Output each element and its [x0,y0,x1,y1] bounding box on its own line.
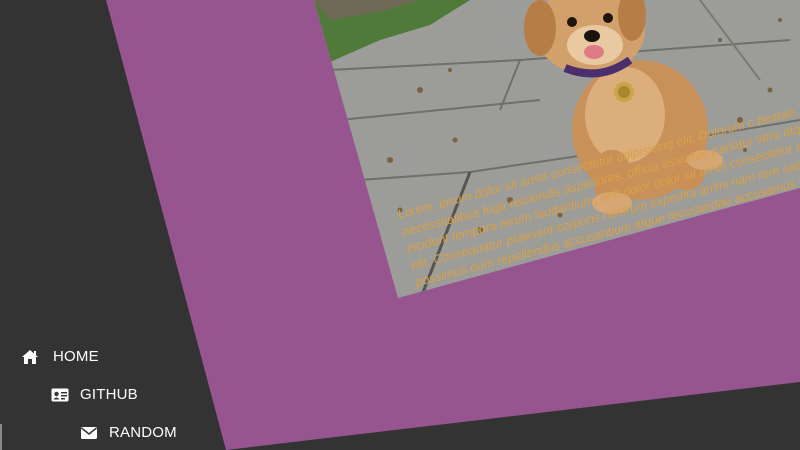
envelope-icon [80,425,98,441]
panel-content: Lorem, ipsum dolor sit amet consectetur … [0,0,800,450]
home-icon [21,349,39,365]
nav-item-github-label: GITHUB [80,386,138,403]
nav-item-github[interactable]: GITHUB [51,386,138,403]
viewport: Lorem, ipsum dolor sit amet consectetur … [0,0,800,450]
nav-item-random-label: RANDOM [109,424,177,441]
nav-item-home-label: HOME [53,348,99,365]
scroll-edge-marker [0,424,2,450]
nav-item-home[interactable]: HOME [21,348,99,365]
nav-item-random[interactable]: RANDOM [80,424,177,441]
id-card-icon [51,387,69,403]
